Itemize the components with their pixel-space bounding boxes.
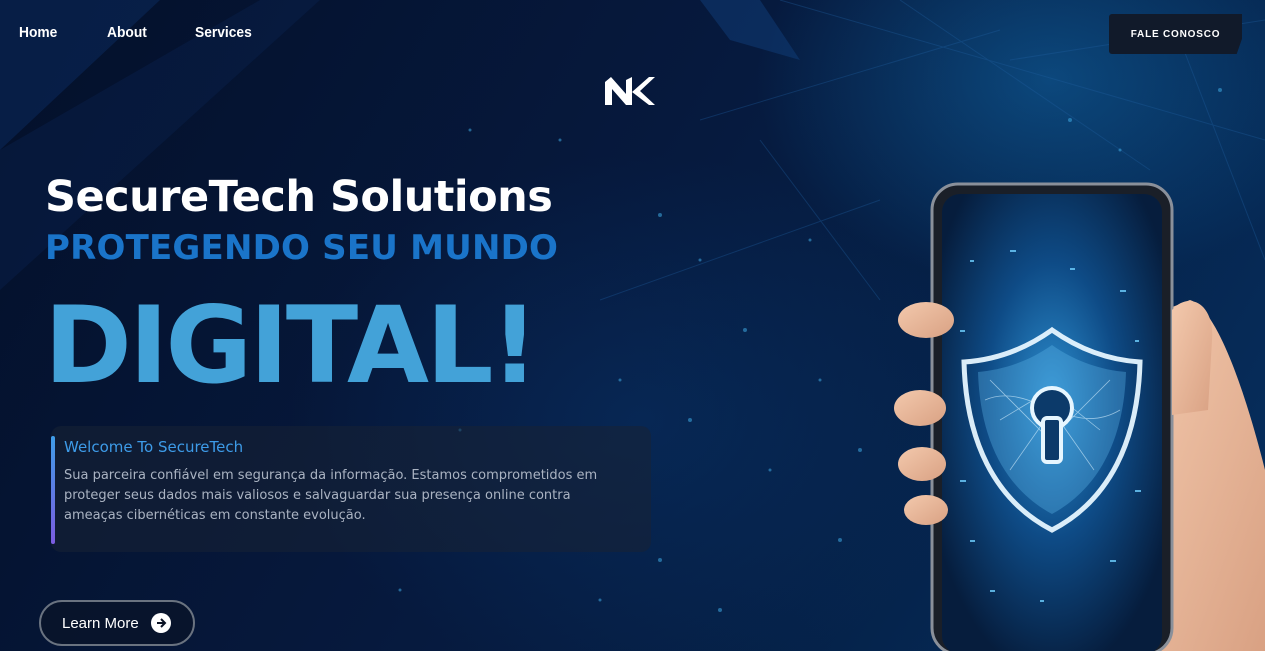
learn-more-label: Learn More (62, 614, 139, 632)
main-nav: Home About Services (19, 24, 257, 41)
nav-link-about[interactable]: About (107, 24, 188, 41)
welcome-text: Sua parceira confiável em segurança da i… (64, 468, 598, 523)
accent-bar (51, 436, 55, 544)
learn-more-button[interactable]: Learn More (39, 600, 195, 646)
welcome-card: Welcome To SecureTech Sua parceira confi… (51, 426, 651, 552)
hero-headline: DIGITAL! (44, 284, 539, 407)
nk-logo-icon[interactable] (604, 76, 656, 106)
hero-title: SecureTech Solutions (45, 172, 553, 222)
hero-subtitle: PROTEGENDO SEU MUNDO (45, 228, 559, 268)
arrow-right-circle-icon (151, 613, 171, 633)
nav-link-services[interactable]: Services (195, 24, 252, 41)
nav-link-home[interactable]: Home (19, 24, 100, 41)
phone-security-illustration (894, 182, 1265, 651)
welcome-title: Welcome To SecureTech (64, 438, 244, 456)
contact-button[interactable]: FALE CONOSCO (1109, 14, 1242, 54)
